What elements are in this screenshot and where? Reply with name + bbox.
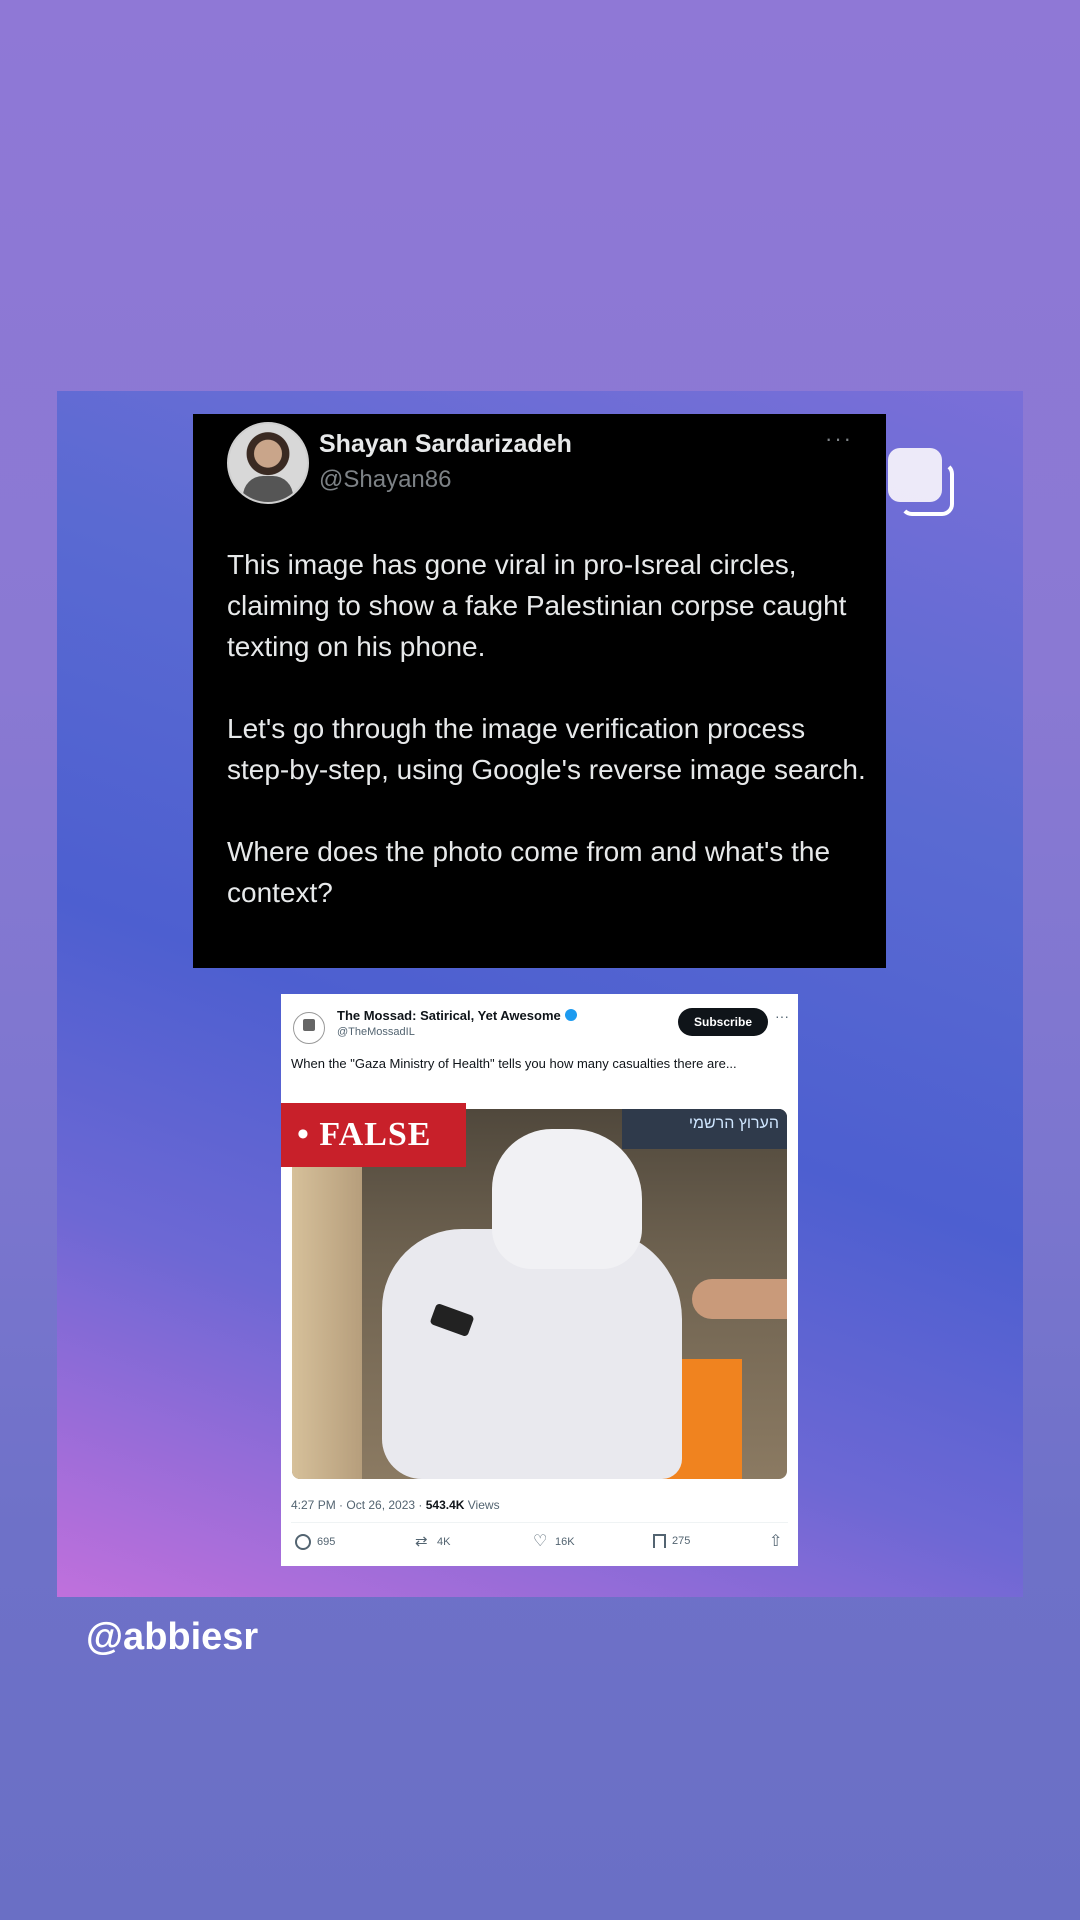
share-icon [769, 1531, 785, 1551]
watermark: @abbiesr [86, 1616, 259, 1658]
author-handle[interactable]: @Shayan86 [319, 466, 451, 494]
more-options-icon[interactable]: ··· [775, 1008, 789, 1024]
bookmark-icon [653, 1534, 666, 1548]
timestamp[interactable]: 4:27 PM · Oct 26, 2023 · [291, 1498, 426, 1512]
views-count: 543.4K [425, 1498, 465, 1512]
quoted-author-name-text: The Mossad: Satirical, Yet Awesome [337, 1008, 561, 1023]
reply-count: 695 [317, 1536, 336, 1548]
more-options-icon[interactable]: ··· [825, 426, 853, 452]
quoted-author-name[interactable]: The Mossad: Satirical, Yet Awesome [337, 1008, 577, 1023]
author-name[interactable]: Shayan Sardarizadeh [319, 430, 572, 459]
avatar[interactable] [227, 422, 309, 504]
action-bar: 695 4K 16K 275 [291, 1531, 788, 1556]
views-label: Views [464, 1498, 500, 1512]
quoted-tweet[interactable]: The Mossad: Satirical, Yet Awesome @TheM… [281, 994, 798, 1566]
repost-button[interactable]: 4K [415, 1532, 451, 1550]
tweet-paragraph: Where does the photo come from and what'… [227, 836, 831, 908]
like-icon [533, 1531, 549, 1551]
subscribe-button[interactable]: Subscribe [678, 1008, 768, 1036]
divider [291, 1522, 788, 1523]
main-tweet[interactable]: Shayan Sardarizadeh @Shayan86 ··· This i… [193, 414, 886, 968]
image-shrouded-head [492, 1129, 642, 1269]
like-count: 16K [555, 1536, 575, 1548]
tweet-meta: 4:27 PM · Oct 26, 2023 · 543.4K Views [291, 1498, 500, 1512]
image-hand [692, 1279, 787, 1319]
copy-icon[interactable] [888, 448, 960, 522]
bookmark-button[interactable]: 275 [653, 1534, 690, 1548]
reply-button[interactable]: 695 [295, 1534, 335, 1550]
verified-icon [564, 1009, 577, 1021]
share-button[interactable] [769, 1531, 785, 1551]
tweet-paragraph: This image has gone viral in pro-Isreal … [227, 549, 847, 662]
image-sign: הערוץ הרשמי [622, 1109, 787, 1149]
quoted-tweet-text: When the "Gaza Ministry of Health" tells… [291, 1056, 737, 1071]
quoted-author-handle[interactable]: @TheMossadIL [337, 1026, 415, 1038]
false-badge: • FALSE [281, 1103, 466, 1167]
account-logo[interactable] [293, 1012, 325, 1044]
tweet-body: This image has gone viral in pro-Isreal … [227, 544, 867, 954]
reply-icon [295, 1534, 311, 1550]
tweet-paragraph: Let's go through the image verification … [227, 713, 866, 785]
copy-icon-front [888, 448, 942, 502]
bookmark-count: 275 [672, 1535, 691, 1547]
repost-icon [415, 1532, 431, 1550]
repost-count: 4K [437, 1536, 451, 1548]
like-button[interactable]: 16K [533, 1531, 575, 1551]
